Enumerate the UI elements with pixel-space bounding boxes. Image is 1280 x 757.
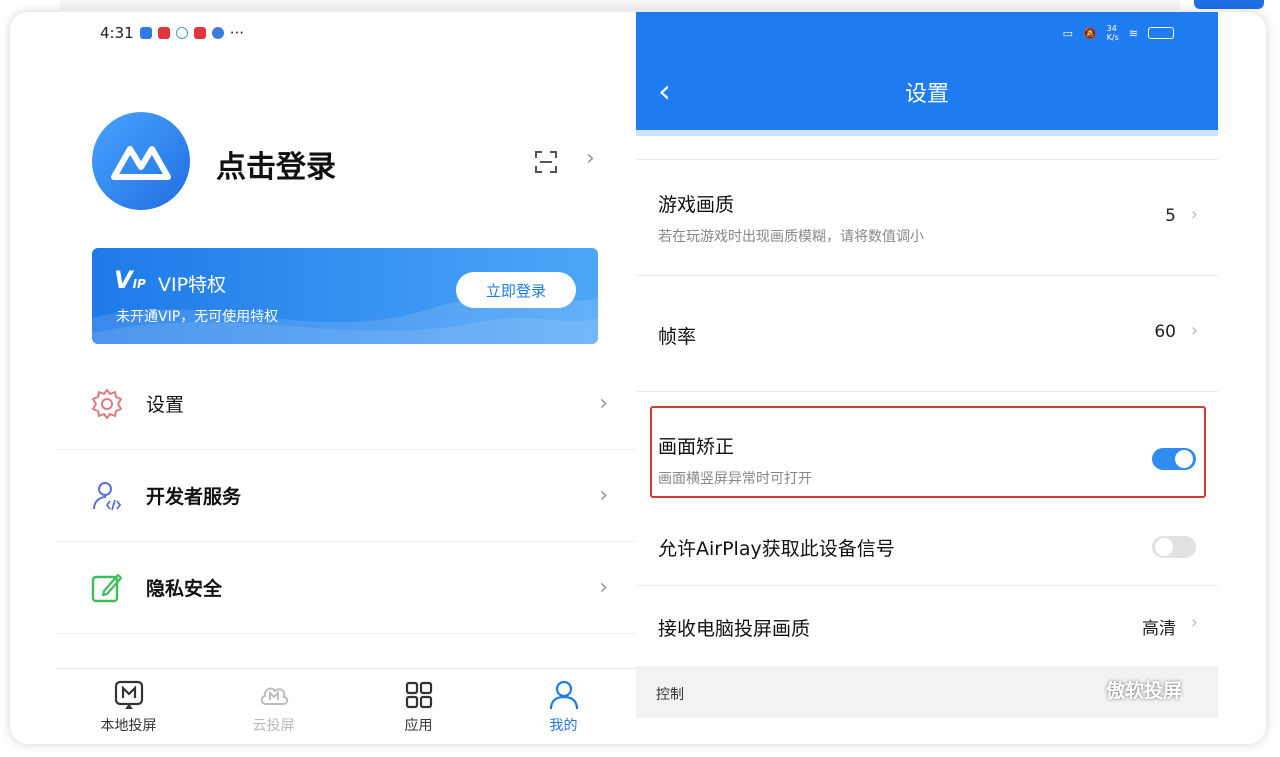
tab-local-cast[interactable]: 本地投屏 (56, 669, 201, 744)
menu-item-label: 隐私安全 (146, 578, 223, 600)
window-top-bar (60, 0, 1180, 10)
menu-item-label: 设置 (146, 394, 185, 416)
browser-notification-icon (211, 27, 224, 39)
news-notification-icon (193, 27, 206, 39)
setting-title: 游戏画质 (658, 194, 735, 216)
tab-label: 我的 (549, 717, 578, 734)
settings-panel: ▭ 🔕 34 K/s ≋ ‹ 设置 游戏画质 若在玩游戏时出现画质模糊，请将数值… (636, 12, 1218, 744)
cloud-cast-icon (260, 687, 288, 705)
network-speed: 34 K/s (1106, 24, 1119, 42)
chevron-right-icon: › (1190, 320, 1198, 341)
setting-title: 接收电脑投屏画质 (658, 618, 811, 640)
bottom-tab-bar: 本地投屏 云投屏 应用 我的 (56, 668, 636, 744)
mute-icon: 🔕 (1082, 26, 1097, 40)
tab-mine[interactable]: 我的 (491, 669, 636, 744)
setting-row-game-quality[interactable]: 游戏画质 若在玩游戏时出现画质模糊，请将数值调小 5 › (636, 160, 1218, 276)
wifi-icon: ≋ (1128, 26, 1138, 40)
developer-icon (93, 481, 122, 510)
status-icons: ▭ 🔕 34 K/s ≋ (1063, 24, 1174, 42)
toggle-knob (1155, 538, 1173, 556)
setting-subtitle: 若在玩游戏时出现画质模糊，请将数值调小 (658, 229, 924, 245)
more-notifications-icon: ··· (229, 24, 244, 42)
setting-row-airplay: 允许AirPlay获取此设备信号 (636, 510, 1218, 586)
login-prompt[interactable]: 点击登录 (216, 142, 336, 186)
user-icon (549, 680, 578, 709)
airplay-toggle[interactable] (1152, 536, 1196, 558)
app-notification-icon (139, 27, 152, 39)
setting-value: 5 (1165, 206, 1176, 226)
battery-icon (1148, 27, 1174, 39)
tab-label: 云投屏 (252, 717, 295, 734)
menu-item-label: 开发者服务 (146, 486, 242, 508)
chevron-right-icon: › (599, 391, 608, 416)
status-bar: 4:31 ··· (100, 24, 244, 42)
menu-item-privacy[interactable]: 隐私安全 › (56, 542, 636, 634)
watermark: 傲软投屏 (1106, 680, 1183, 702)
chevron-right-icon[interactable]: › (586, 146, 595, 171)
scan-icon[interactable] (534, 150, 558, 174)
tab-label: 本地投屏 (100, 717, 157, 734)
menu-item-settings[interactable]: 设置 › (56, 358, 636, 450)
window-top-button[interactable] (1194, 0, 1264, 9)
menu-item-developer[interactable]: 开发者服务 › (56, 450, 636, 542)
vip-card: VIP VIP特权 未开通VIP，无可使用特权 立即登录 (92, 248, 598, 344)
app-logo-icon (111, 146, 171, 180)
highlight-box (650, 406, 1206, 498)
section-label: 控制 (656, 687, 684, 703)
setting-value: 高清 (1142, 619, 1176, 639)
gear-icon (92, 388, 122, 419)
profile-panel: 4:31 ··· 点击登录 › VIP VIP特权 未开通VIP，无可使用特权 (10, 12, 636, 744)
list-top-spacer (636, 136, 1218, 160)
page-title: 设置 (904, 82, 949, 107)
status-time: 4:31 (100, 24, 134, 42)
setting-title: 帧率 (658, 326, 697, 348)
chevron-right-icon: › (599, 483, 608, 508)
setting-row-pc-quality[interactable]: 接收电脑投屏画质 高清 › (636, 586, 1218, 666)
tab-label: 应用 (404, 717, 433, 734)
vip-title: VIP特权 (158, 274, 227, 296)
chevron-right-icon: › (599, 575, 608, 600)
apps-grid-icon (405, 681, 432, 708)
setting-title: 允许AirPlay获取此设备信号 (658, 538, 895, 560)
local-cast-icon (114, 680, 143, 709)
cast-icon: ▭ (1062, 26, 1073, 40)
avatar[interactable] (92, 112, 190, 210)
edit-shield-icon (91, 573, 123, 602)
device-frame: 4:31 ··· 点击登录 › VIP VIP特权 未开通VIP，无可使用特权 (10, 12, 1266, 744)
tab-apps[interactable]: 应用 (346, 669, 491, 744)
mail-notification-icon (157, 27, 170, 39)
vip-logo-icon: VIP (114, 266, 146, 294)
chevron-right-icon: › (1190, 612, 1198, 633)
tab-cloud-cast[interactable]: 云投屏 (201, 669, 346, 744)
chevron-right-icon: › (1190, 204, 1198, 225)
login-now-button[interactable]: 立即登录 (456, 272, 576, 308)
setting-row-frame-rate[interactable]: 帧率 60 › (636, 276, 1218, 392)
settings-header: ▭ 🔕 34 K/s ≋ ‹ 设置 (636, 12, 1218, 134)
setting-value: 60 (1154, 322, 1176, 342)
chat-notification-icon (175, 27, 188, 39)
vip-subtitle: 未开通VIP，无可使用特权 (116, 309, 279, 325)
